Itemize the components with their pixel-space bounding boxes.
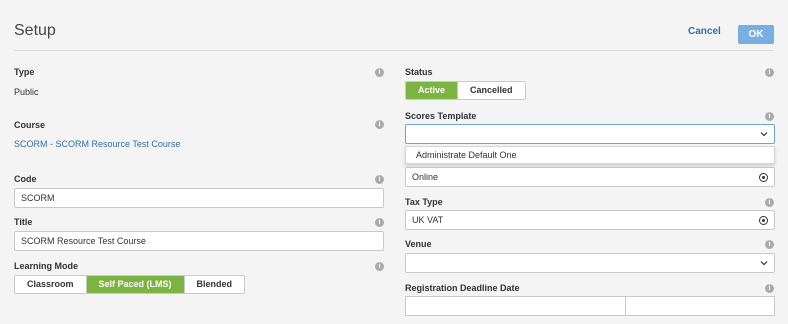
venue-label: Venue [405, 239, 432, 249]
info-icon[interactable]: i [765, 68, 774, 77]
code-label: Code [14, 174, 37, 184]
status-active[interactable]: Active [406, 82, 459, 99]
info-icon[interactable]: i [765, 284, 774, 293]
title-label: Title [14, 217, 33, 227]
chevron-down-icon [760, 132, 768, 137]
info-icon[interactable]: i [375, 218, 384, 227]
info-icon[interactable]: i [765, 240, 774, 249]
scores-template-option[interactable]: Administrate Default One [405, 146, 775, 164]
status-label: Status [405, 67, 433, 77]
registration-deadline-label: Registration Deadline Date [405, 283, 520, 293]
course-link[interactable]: SCORM - SCORM Resource Test Course [14, 139, 180, 149]
delivery-value: Online [412, 172, 439, 182]
info-icon[interactable]: i [375, 262, 384, 271]
registration-deadline-date-input[interactable] [405, 296, 626, 316]
course-label: Course [14, 120, 46, 130]
status-cancelled[interactable]: Cancelled [458, 82, 525, 99]
learning-mode-blended[interactable]: Blended [184, 276, 245, 293]
type-label: Type [14, 67, 35, 77]
page-title: Setup [14, 22, 56, 39]
tax-type-label: Tax Type [405, 197, 443, 207]
code-input[interactable]: SCORM [14, 188, 384, 208]
cancel-button[interactable]: Cancel [688, 26, 721, 37]
info-icon[interactable]: i [765, 198, 774, 207]
scores-template-select[interactable] [405, 124, 775, 144]
info-icon[interactable]: i [375, 68, 384, 77]
chevron-down-icon [760, 261, 768, 266]
tax-type-value: UK VAT [412, 215, 444, 225]
learning-mode-self-paced[interactable]: Self Paced (LMS) [86, 276, 185, 293]
scores-template-label: Scores Template [405, 111, 477, 121]
info-icon[interactable]: i [765, 112, 774, 121]
status-toggle: Active Cancelled [405, 81, 526, 100]
info-icon[interactable]: i [375, 120, 384, 129]
ok-button[interactable]: OK [738, 25, 774, 44]
delivery-select[interactable]: Online [405, 167, 775, 187]
target-icon [759, 173, 768, 182]
learning-mode-classroom[interactable]: Classroom [15, 276, 87, 293]
info-icon[interactable]: i [375, 175, 384, 184]
learning-mode-toggle: Classroom Self Paced (LMS) Blended [14, 275, 246, 294]
target-icon [759, 216, 768, 225]
title-input[interactable]: SCORM Resource Test Course [14, 231, 384, 251]
registration-deadline-time-input[interactable] [625, 296, 775, 316]
header-divider [14, 50, 774, 51]
venue-select[interactable] [405, 253, 775, 273]
type-value: Public [14, 87, 39, 97]
setup-header: Setup Cancel OK [0, 0, 788, 56]
tax-type-select[interactable]: UK VAT [405, 210, 775, 230]
learning-mode-label: Learning Mode [14, 261, 79, 271]
